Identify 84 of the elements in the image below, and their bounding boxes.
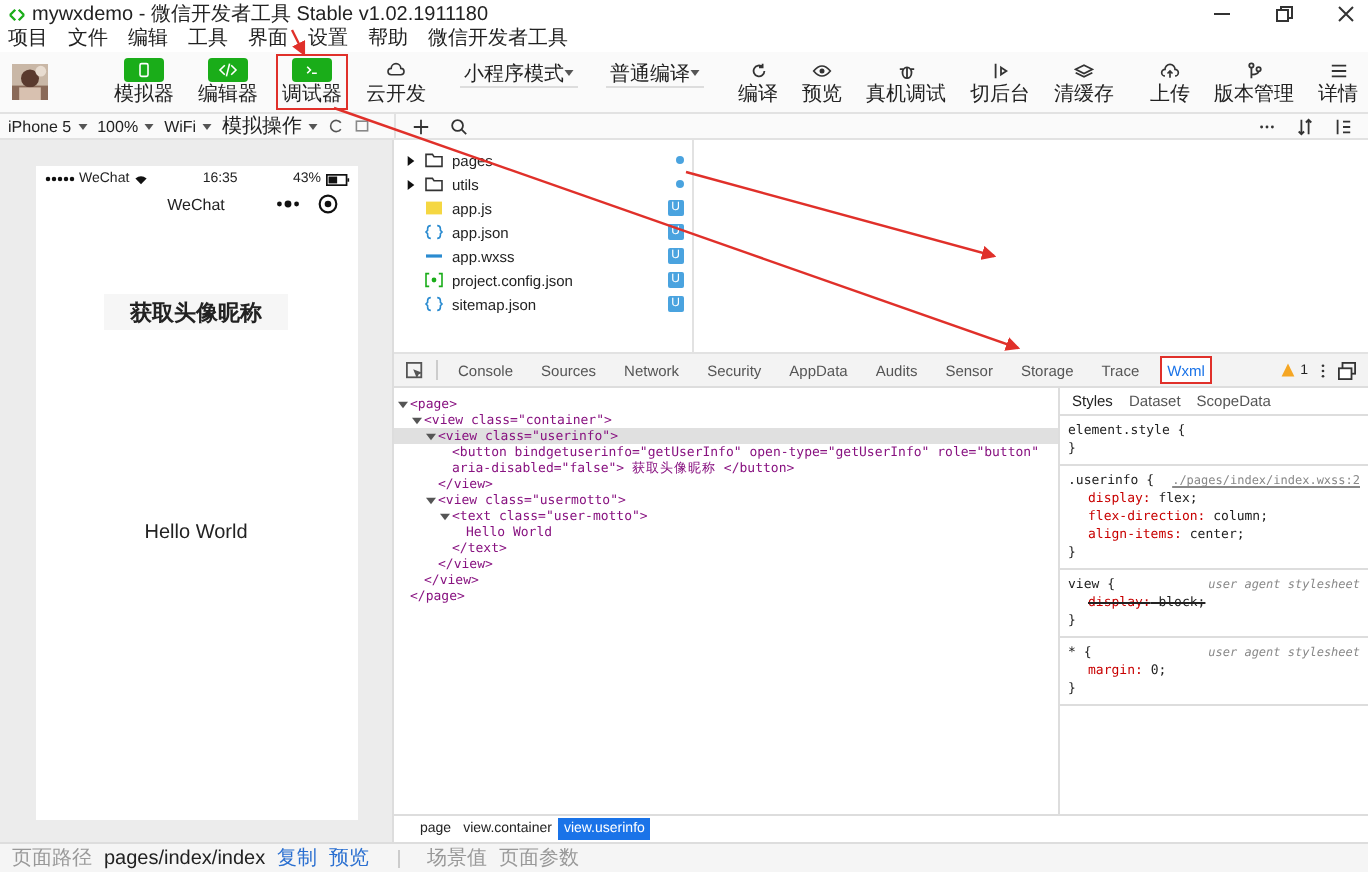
refresh-icon [749,61,767,79]
caret-icon [308,123,319,129]
annotation-arrow [290,29,306,57]
mode-select[interactable]: 小程序模式 [460,61,578,87]
motto-text: Hello World [144,522,248,544]
expand-arrow-icon[interactable] [406,155,416,165]
menu-item[interactable]: 设置 [308,28,348,52]
kebab-icon[interactable] [1320,361,1326,379]
toolbar-button[interactable]: 上传 [1144,54,1196,110]
debug-icon [304,62,320,78]
menu-icon [1329,61,1347,79]
braces-icon [424,296,444,312]
status-dot-icon [676,156,684,164]
battery-icon [325,173,349,185]
js-file-icon [424,200,444,216]
more-icon[interactable] [275,200,299,208]
compile-select[interactable]: 普通编译 [606,61,704,87]
window-title: mywxdemo - 微信开发者工具 Stable v1.02.1911180 [32,1,489,27]
caret-icon [144,123,155,129]
simulator-select[interactable]: WiFi [164,117,213,135]
caret-icon [690,70,700,76]
menu-item[interactable]: 文件 [68,28,108,52]
status-dot-icon [676,180,684,188]
caret-icon [77,123,88,129]
toolbar-button[interactable]: 编译 [732,54,784,110]
braces-icon [424,224,444,240]
expand-arrow-icon[interactable] [426,495,436,505]
sort-icon[interactable] [1296,117,1314,135]
page-path: pages/index/index [104,847,266,869]
caret-icon [202,123,213,129]
signal-icon [43,176,75,182]
simulator-select[interactable]: 100% [97,117,155,135]
square-icon[interactable] [354,118,371,134]
toolbar-button[interactable]: 清缓存 [1048,54,1120,110]
menu-item[interactable]: 工具 [188,28,228,52]
toolbar-button[interactable]: 详情 [1312,54,1364,110]
close-target-icon[interactable] [317,194,337,214]
eye-icon [812,61,832,79]
toolbar-button[interactable]: 版本管理 [1208,54,1300,110]
menu-item[interactable]: 界面 [248,28,288,52]
expand-arrow-icon[interactable] [440,511,450,521]
inspect-icon[interactable] [406,361,424,379]
layers-icon [1074,61,1094,79]
bug-icon [897,61,915,79]
app-logo-icon [8,7,26,21]
menu-item[interactable]: 帮助 [368,28,408,52]
toolbar-button[interactable]: 真机调试 [860,54,952,110]
caret-icon [564,70,574,76]
get-avatar-button[interactable]: 获取头像昵称 [104,294,288,330]
status-link[interactable]: 复制 [277,844,318,872]
wifi-icon [133,173,148,185]
mode-button[interactable]: 模拟器 [108,54,180,110]
menu-item[interactable]: 项目 [8,28,48,52]
add-icon[interactable] [412,117,430,135]
branch-icon [1245,61,1263,79]
settings-braces-icon [424,272,444,288]
status-link[interactable]: 预览 [329,844,370,872]
mode-button[interactable]: 编辑器 [192,54,264,110]
close-icon[interactable] [1336,4,1356,24]
restore-icon[interactable] [1274,4,1294,24]
expand-arrow-icon[interactable] [412,415,422,425]
toolbar-button[interactable]: 预览 [796,54,848,110]
simulator-select[interactable]: iPhone 5 [8,117,88,135]
mode-button[interactable]: 调试器 [276,54,348,110]
code-icon [218,62,238,78]
expand-arrow-icon[interactable] [406,179,416,189]
dash-icon [424,248,444,264]
status-label: 页面路径 [12,846,92,872]
cloud-icon [386,62,406,78]
cloud-upload-icon [1160,61,1180,79]
mode-button[interactable]: 云开发 [360,54,432,110]
page-title: WeChat [167,195,225,213]
warning-icon [1280,362,1297,378]
phone-icon [136,62,152,78]
dock-icon[interactable] [1338,361,1356,379]
expand-arrow-icon[interactable] [398,399,408,409]
menu-item[interactable]: 编辑 [128,28,168,52]
search-icon[interactable] [450,117,468,135]
simulator-select[interactable]: 模拟操作 [222,112,319,140]
collapse-icon[interactable] [1334,117,1352,135]
menu-item[interactable]: 微信开发者工具 [428,28,568,52]
rotate-icon[interactable] [328,118,345,134]
switch-icon [991,61,1009,79]
toolbar-button[interactable]: 切后台 [964,54,1036,110]
